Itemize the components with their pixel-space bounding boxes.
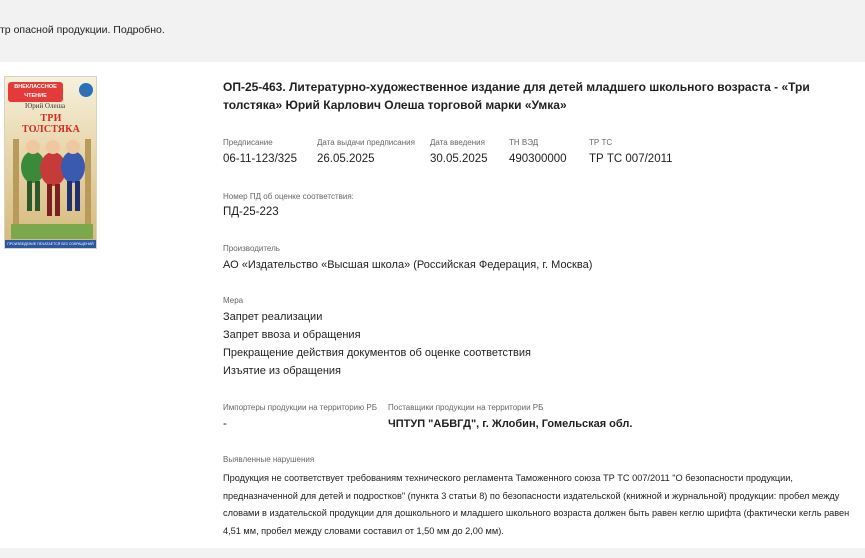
notice-text[interactable]: тр опасной продукции. Подробно. xyxy=(0,24,165,36)
cover-illustration xyxy=(11,139,93,239)
product-cover-image[interactable]: ВНЕКЛАССНОЕ ЧТЕНИЕ Юрий Олеша ТРИ ТОЛСТЯ… xyxy=(4,76,97,249)
cover-footer: ПРОИЗВЕДЕНИЕ ПЕЧАТАЕТСЯ БЕЗ СОКРАЩЕНИЙ xyxy=(5,240,96,248)
pd-label: Номер ПД об оценке соответствия: xyxy=(223,192,354,201)
pd-value: ПД-25-223 xyxy=(223,206,279,218)
suppliers-value: ЧПТУП "АБВГД", г. Жлобин, Гомельская обл… xyxy=(388,418,633,430)
notice-bar: тр опасной продукции. Подробно. xyxy=(0,0,865,62)
measure-item: Прекращение действия документов об оценк… xyxy=(223,347,531,359)
field-value-tnved: 490300000 xyxy=(509,153,567,165)
violations-label: Выявленные нарушения xyxy=(223,455,315,464)
measure-item: Запрет ввоза и обращения xyxy=(223,329,361,341)
cover-author: Юрий Олеша xyxy=(25,102,66,110)
field-label-tr-ts: ТР ТС xyxy=(589,138,613,147)
bottom-separator xyxy=(0,548,865,558)
field-label-issue-date: Дата выдачи предписания xyxy=(317,138,415,147)
manufacturer-label: Производитель xyxy=(223,244,280,253)
measures-label: Мера xyxy=(223,296,244,305)
importers-value: - xyxy=(223,418,227,430)
measure-item: Запрет реализации xyxy=(223,311,323,323)
product-title[interactable]: ОП-25-463. Литературно-художественное из… xyxy=(223,78,853,114)
field-value-tr-ts: ТР ТС 007/2011 xyxy=(589,153,673,165)
suppliers-label: Поставщики продукции на территории РБ xyxy=(388,403,544,412)
manufacturer-value: АО «Издательство «Высшая школа» (Российс… xyxy=(223,259,593,271)
cover-series: ВНЕКЛАССНОЕ ЧТЕНИЕ xyxy=(8,82,63,102)
field-label-effective-date: Дата введения xyxy=(430,138,485,147)
publisher-logo-icon xyxy=(79,83,93,97)
field-label-tnved: ТН ВЭД xyxy=(509,138,539,147)
field-value-effective-date: 30.05.2025 xyxy=(430,153,488,165)
field-value-issue-date: 26.05.2025 xyxy=(317,153,375,165)
field-label-prescription: Предписание xyxy=(223,138,273,147)
measure-item: Изъятие из обращения xyxy=(223,365,342,377)
importers-label: Импортеры продукции на территорию РБ xyxy=(223,403,377,412)
violations-text: Продукция не соответствует требованиям т… xyxy=(223,473,850,536)
field-value-prescription: 06-11-123/325 xyxy=(223,153,297,165)
